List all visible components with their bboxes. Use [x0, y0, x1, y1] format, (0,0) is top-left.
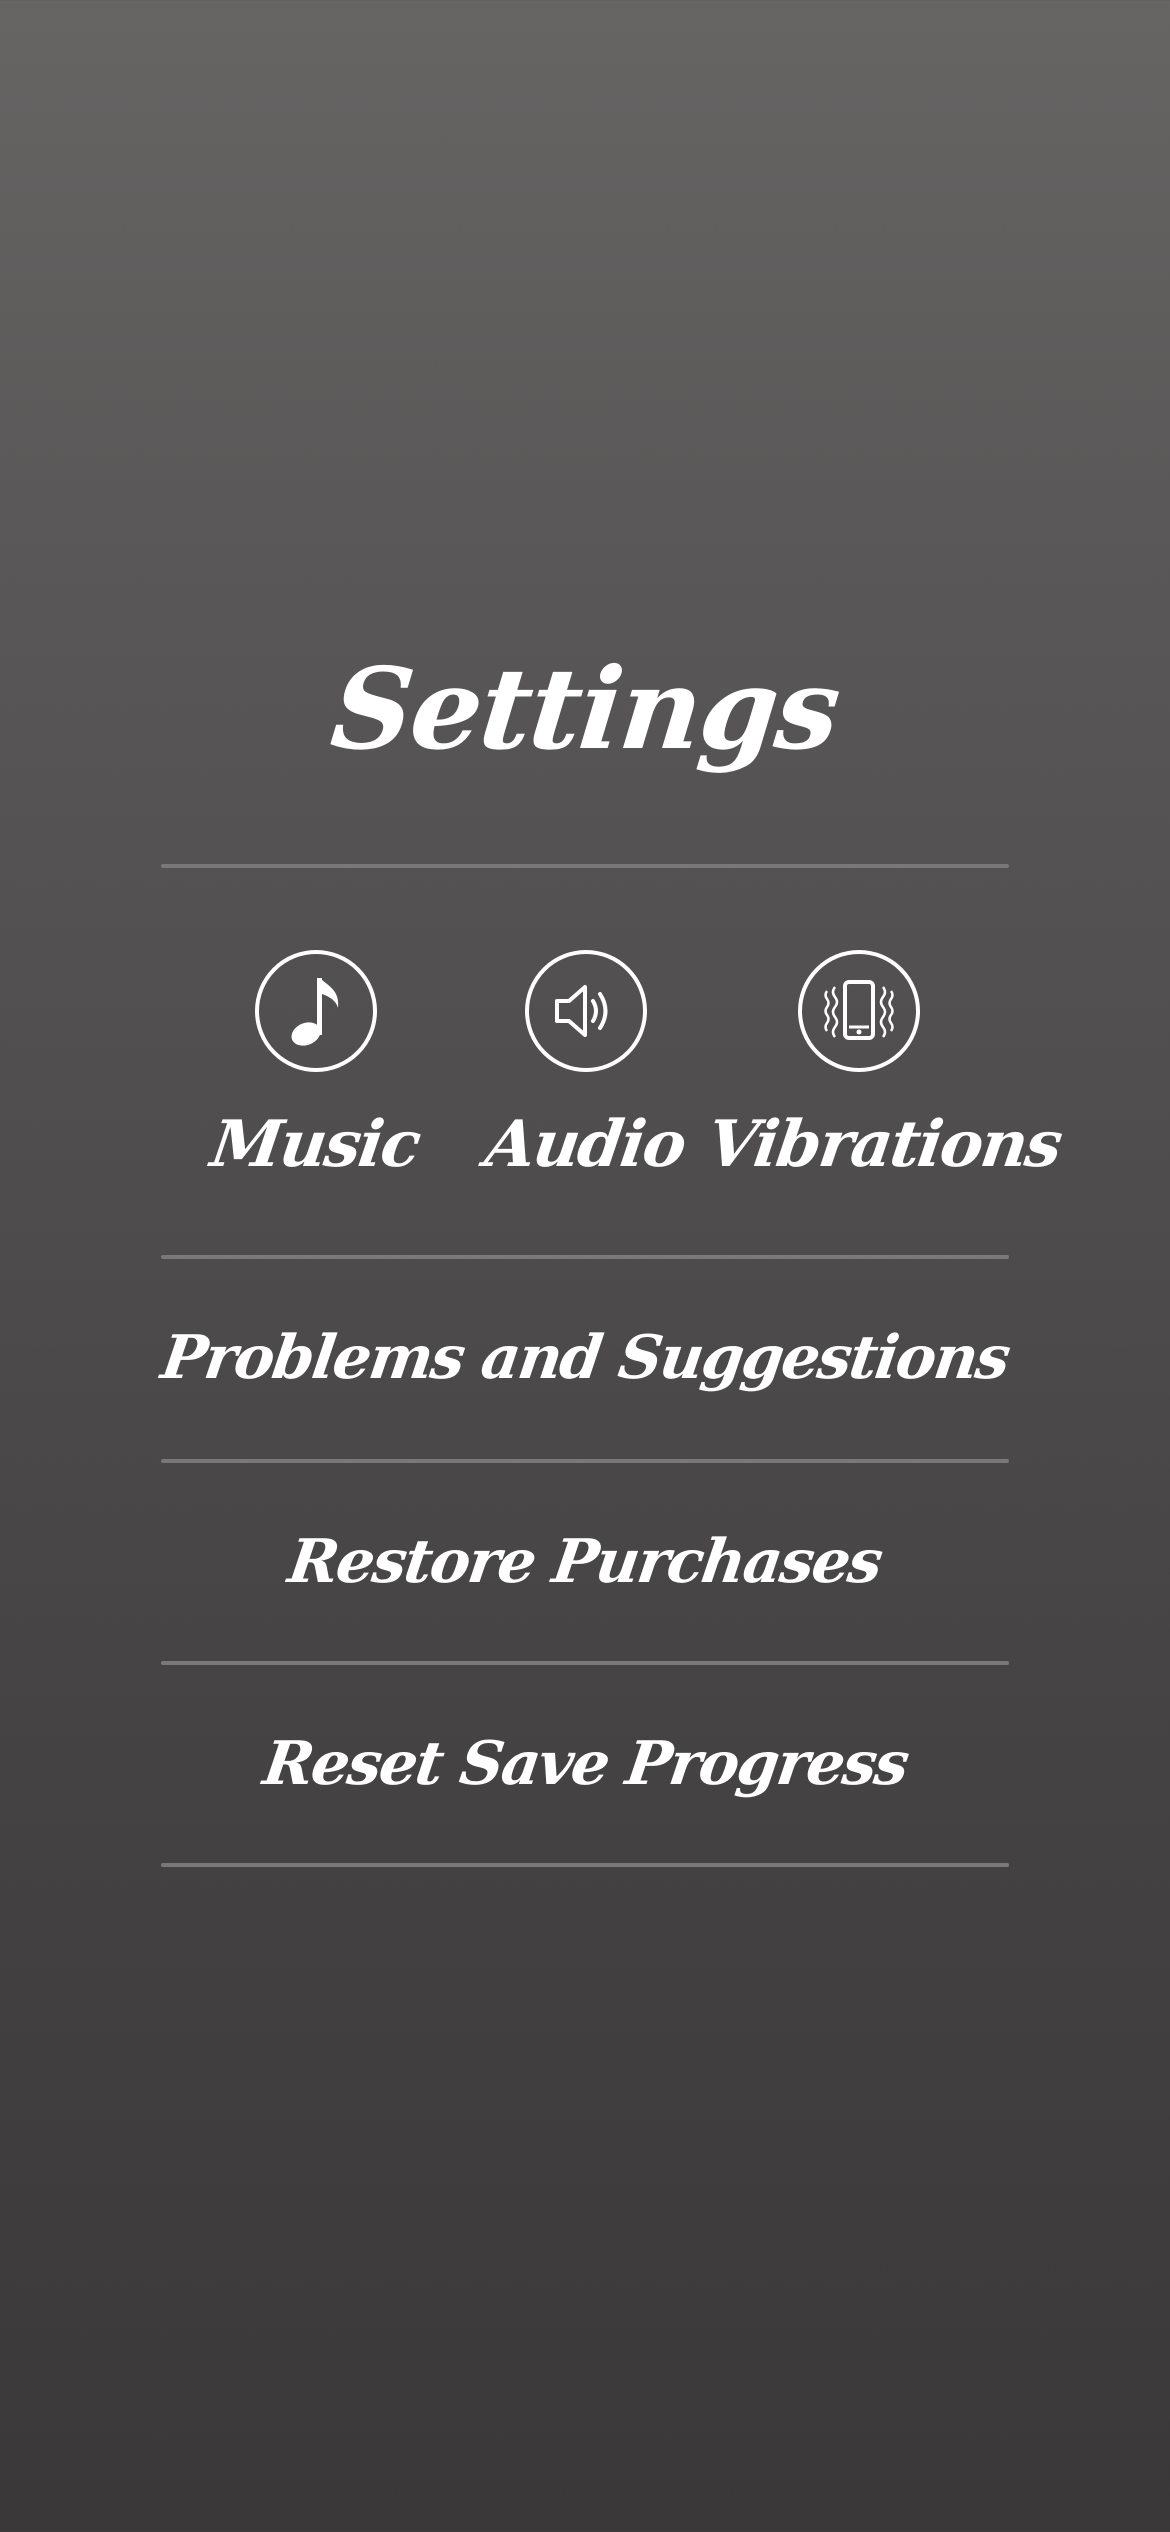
restore-purchases-label: Restore Purchases	[284, 1527, 886, 1597]
divider-top	[161, 864, 1009, 868]
vibrations-label: Vibrations	[702, 1107, 1066, 1182]
audio-toggle[interactable]: Audio	[465, 950, 705, 1200]
speaker-icon	[555, 985, 608, 1037]
music-label: Music	[206, 1107, 424, 1182]
problems-and-suggestions-label: Problems and Suggestions	[157, 1323, 1013, 1393]
music-toggle[interactable]: Music	[195, 950, 435, 1200]
page-title: Settings	[325, 644, 845, 775]
audio-toggle-circle[interactable]	[525, 950, 647, 1072]
phone-vibrate-icon	[824, 980, 894, 1040]
divider-bottom	[161, 1863, 1009, 1867]
audio-label: Audio	[480, 1107, 690, 1182]
music-toggle-circle[interactable]	[255, 950, 377, 1072]
problems-and-suggestions-button[interactable]: Problems and Suggestions	[157, 1259, 1013, 1457]
music-note-icon	[291, 978, 339, 1046]
reset-save-progress-button[interactable]: Reset Save Progress	[161, 1665, 1009, 1863]
vibrations-toggle[interactable]: Vibrations	[703, 950, 1065, 1200]
restore-purchases-button[interactable]: Restore Purchases	[161, 1463, 1009, 1661]
vibrations-toggle-circle[interactable]	[798, 950, 920, 1072]
reset-save-progress-label: Reset Save Progress	[258, 1729, 912, 1799]
